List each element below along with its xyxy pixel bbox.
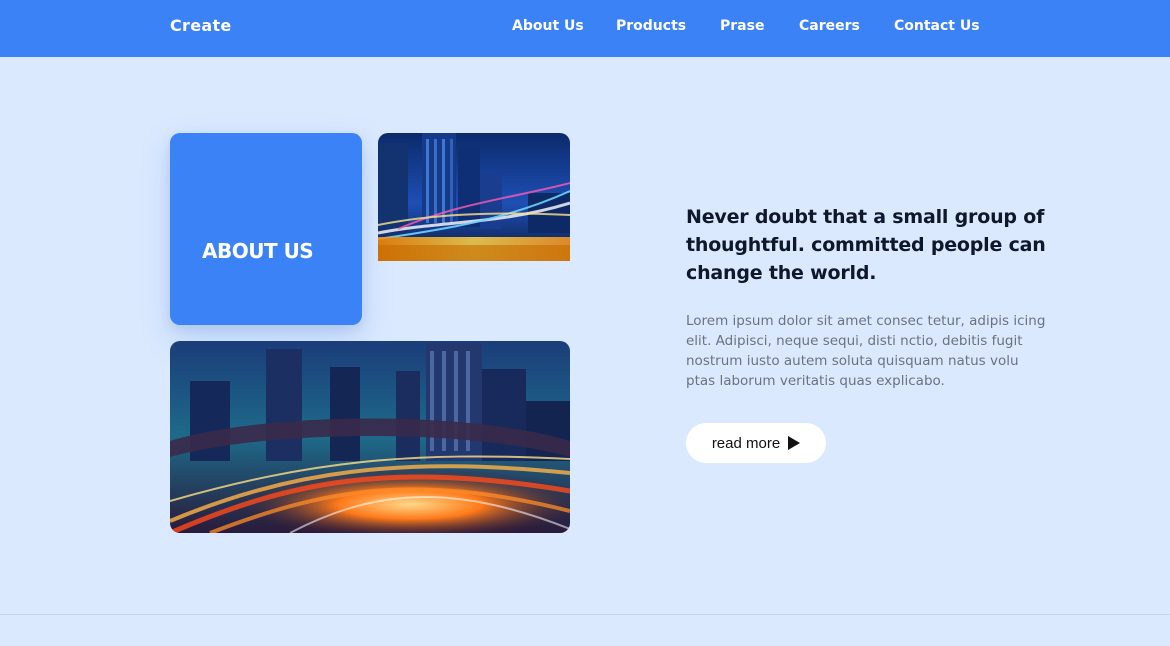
nav-link-products[interactable]: Products <box>616 18 686 34</box>
about-card-title: ABOUT US <box>202 239 314 263</box>
nav-link-careers[interactable]: Careers <box>799 18 860 34</box>
nav-link-prase[interactable]: Prase <box>720 18 764 34</box>
top-navbar: Create About Us Products Prase Careers C… <box>0 0 1170 57</box>
footer-divider <box>0 614 1170 615</box>
nav-link-contact-us[interactable]: Contact Us <box>894 18 980 34</box>
city-night-image-large <box>170 341 570 533</box>
play-icon <box>788 436 801 450</box>
read-more-button[interactable]: read more <box>686 423 826 463</box>
nav-link-about-us[interactable]: About Us <box>512 18 584 34</box>
city-night-image-small <box>378 133 570 261</box>
about-card: ABOUT US <box>170 133 362 325</box>
about-body-text: Lorem ipsum dolor sit amet consec tetur,… <box>686 313 1046 389</box>
about-headline: Never doubt that a small group of though… <box>686 206 1046 284</box>
read-more-label: read more <box>711 434 781 452</box>
nav-menu: About Us Products Prase Careers Contact … <box>0 18 1170 38</box>
